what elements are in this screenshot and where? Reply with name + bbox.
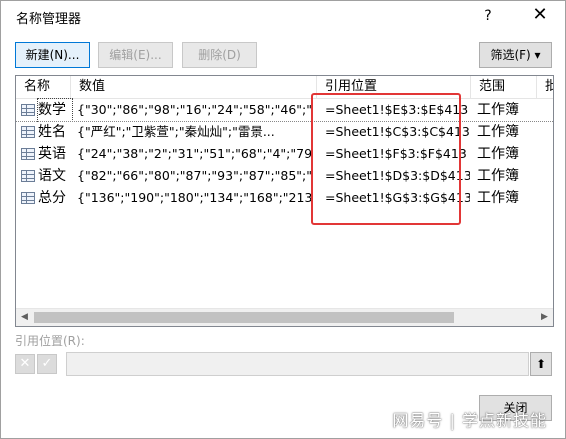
row-scope: 工作簿 [477, 168, 519, 184]
table-row[interactable]: 总分 {"136";"190";"180";"134";"168";"213..… [16, 187, 553, 209]
close-icon[interactable]: ✕ [529, 4, 551, 26]
delete-button[interactable]: 删除(D) [182, 42, 257, 68]
refers-to-label: 引用位置(R): [15, 334, 85, 348]
names-list[interactable]: 名称 数值 引用位置 范围 批 数学 {"30";"86";"98";"16";… [15, 75, 554, 327]
scroll-left-icon[interactable]: ◀ [16, 309, 33, 326]
row-name: 语文 [38, 168, 66, 184]
name-manager-dialog: 名称管理器 ? ✕ 新建(N)... 编辑(E)... 删除(D) 筛选(F) … [0, 0, 566, 439]
column-header-value[interactable]: 数值 [71, 76, 317, 98]
column-header-refers-to[interactable]: 引用位置 [317, 76, 471, 98]
list-header: 名称 数值 引用位置 范围 批 [16, 76, 553, 99]
row-refers-to: =Sheet1!$F$3:$F$413 [325, 146, 467, 161]
watermark-text: 网易号 | 学点新技能 [392, 411, 547, 430]
row-scope: 工作簿 [477, 190, 519, 206]
filter-dropdown-button[interactable]: 筛选(F) ▾ [479, 42, 552, 68]
confirm-icon[interactable]: ✓ [37, 354, 57, 374]
title-bar: 名称管理器 ? ✕ [1, 1, 565, 31]
row-value: {"24";"38";"2";"31";"51";"68";"4";"79... [77, 146, 313, 161]
name-range-icon [21, 148, 35, 160]
row-value: {"严红";"卫紫萱";"秦灿灿";"雷景... [77, 124, 275, 139]
row-name: 数学 [37, 98, 73, 122]
new-button[interactable]: 新建(N)... [15, 42, 90, 68]
name-range-icon [21, 104, 35, 116]
name-range-icon [21, 192, 35, 204]
column-header-comment[interactable]: 批 [537, 76, 553, 98]
row-name: 总分 [38, 190, 66, 206]
row-value: {"30";"86";"98";"16";"24";"58";"46";"... [77, 102, 313, 117]
row-value: {"136";"190";"180";"134";"168";"213... [77, 190, 313, 205]
row-scope: 工作簿 [477, 146, 519, 162]
refers-to-input[interactable] [66, 352, 529, 376]
name-range-icon [21, 126, 35, 138]
row-value: {"82";"66";"80";"87";"93";"87";"85";"... [77, 168, 313, 183]
cancel-icon[interactable]: ✕ [15, 354, 35, 374]
collapse-dialog-icon[interactable]: ⬆ [530, 352, 552, 376]
row-name: 姓名 [38, 124, 66, 140]
row-refers-to: =Sheet1!$E$3:$E$413 [325, 102, 469, 117]
row-refers-to: =Sheet1!$C$3:$C$413 [325, 124, 470, 139]
row-scope: 工作簿 [477, 102, 519, 118]
column-header-scope[interactable]: 范围 [471, 76, 537, 98]
table-row[interactable]: 语文 {"82";"66";"80";"87";"93";"87";"85";"… [16, 165, 553, 187]
row-refers-to: =Sheet1!$D$3:$D$413 [325, 168, 470, 183]
dialog-title: 名称管理器 [16, 12, 82, 27]
scroll-thumb[interactable] [34, 312, 454, 323]
row-scope: 工作簿 [477, 124, 519, 140]
scroll-right-icon[interactable]: ▶ [536, 309, 553, 326]
column-header-name[interactable]: 名称 [16, 76, 71, 98]
table-row[interactable]: 英语 {"24";"38";"2";"31";"51";"68";"4";"79… [16, 143, 553, 165]
horizontal-scrollbar[interactable]: ◀ ▶ [16, 308, 553, 326]
table-row[interactable]: 数学 {"30";"86";"98";"16";"24";"58";"46";"… [16, 98, 553, 122]
row-name: 英语 [38, 146, 66, 162]
table-row[interactable]: 姓名 {"严红";"卫紫萱";"秦灿灿";"雷景... =Sheet1!$C$3… [16, 121, 553, 143]
name-range-icon [21, 170, 35, 182]
help-button[interactable]: ? [477, 5, 499, 27]
row-refers-to: =Sheet1!$G$3:$G$413 [325, 190, 470, 205]
edit-button[interactable]: 编辑(E)... [98, 42, 173, 68]
